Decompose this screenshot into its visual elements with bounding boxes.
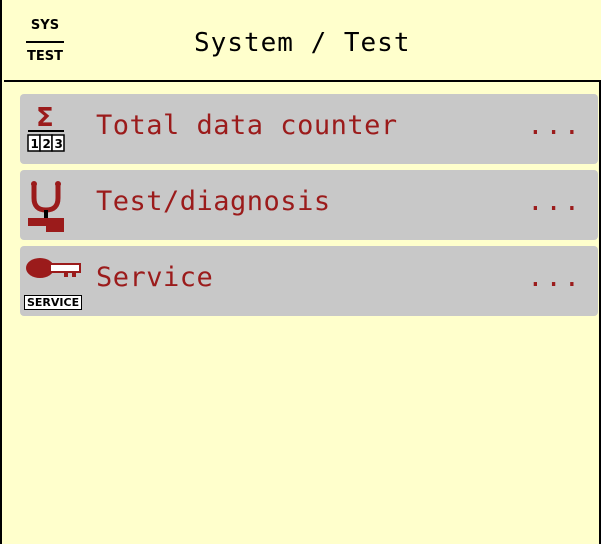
stethoscope-icon — [24, 178, 88, 234]
more-indicator: ... — [527, 186, 582, 217]
svg-text:Σ: Σ — [36, 103, 54, 133]
menu-item-service[interactable]: SERVICE Service ... — [20, 246, 598, 316]
sys-icon-label: SYS — [30, 18, 60, 33]
screen-frame: SYS TEST System / Test Σ 1 2 3 Total dat… — [0, 0, 601, 544]
test-icon-label: TEST — [27, 49, 63, 64]
menu-item-label: Service — [96, 262, 214, 293]
sys-test-icon: SYS TEST — [26, 18, 64, 78]
menu-item-test-diagnosis[interactable]: Test/diagnosis ... — [20, 170, 598, 240]
page-title: System / Test — [194, 28, 411, 58]
header-bar: SYS TEST System / Test — [4, 0, 601, 82]
service-key-icon: SERVICE — [24, 254, 88, 310]
menu-item-label: Total data counter — [96, 110, 398, 141]
icon-divider — [26, 41, 64, 43]
svg-text:2: 2 — [43, 137, 51, 151]
service-icon-label: SERVICE — [24, 295, 83, 310]
more-indicator: ... — [527, 110, 582, 141]
menu-item-label: Test/diagnosis — [96, 186, 331, 217]
menu-list: Σ 1 2 3 Total data counter ... Test/diag… — [20, 94, 598, 322]
total-data-counter-icon: Σ 1 2 3 — [24, 102, 88, 158]
svg-text:1: 1 — [31, 137, 39, 151]
svg-text:3: 3 — [55, 137, 63, 151]
more-indicator: ... — [527, 262, 582, 293]
menu-item-total-data-counter[interactable]: Σ 1 2 3 Total data counter ... — [20, 94, 598, 164]
